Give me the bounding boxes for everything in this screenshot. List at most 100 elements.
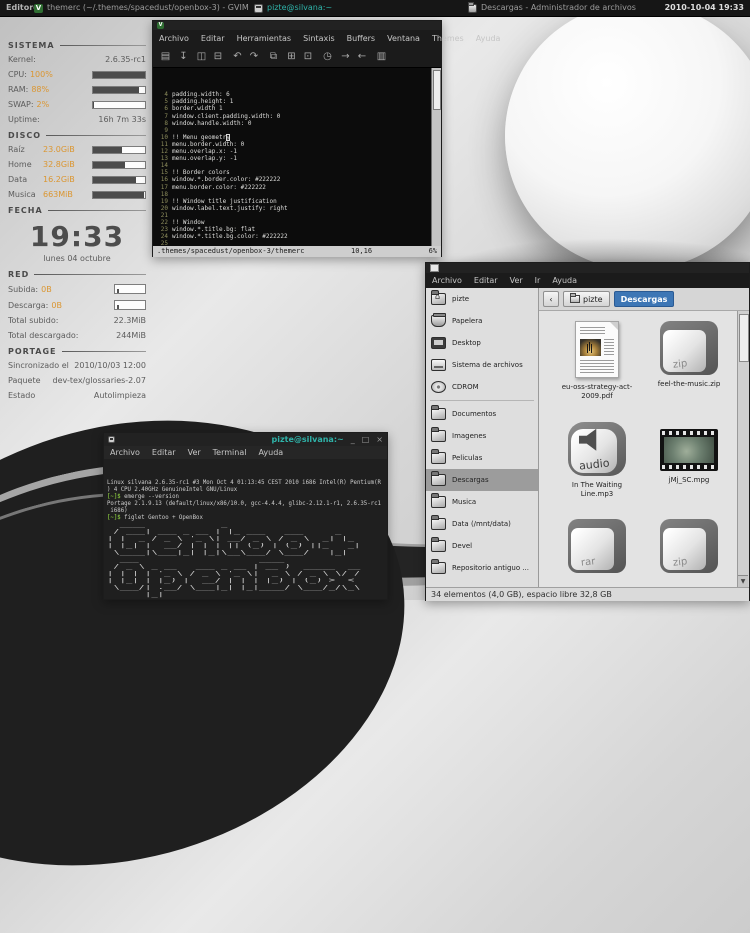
code-line: 12menu.overlap.x: -1 bbox=[155, 148, 431, 155]
conky-date: lunes 04 octubre bbox=[8, 254, 146, 263]
scroll-down-arrow-icon[interactable]: ▼ bbox=[738, 575, 748, 587]
conky-section-disco: DISCO bbox=[8, 131, 146, 140]
task-label: Descargas - Administrador de archivos bbox=[481, 0, 636, 16]
sidebar-item[interactable]: CDROM bbox=[426, 376, 538, 398]
toolbar-icon[interactable] bbox=[375, 50, 388, 63]
conky-swap-row: SWAP:2% bbox=[8, 100, 146, 109]
menu-item[interactable]: Archivo bbox=[104, 448, 146, 457]
sidebar-item[interactable]: Imagenes bbox=[426, 425, 538, 447]
file-item-mpg[interactable]: jMj_SC.mpg bbox=[645, 422, 733, 508]
gvim-cursor: y bbox=[226, 134, 230, 141]
toolbar-icon[interactable] bbox=[303, 50, 316, 63]
file-manager-icon bbox=[430, 264, 439, 272]
taskbar-item-filemanager[interactable]: Descargas - Administrador de archivos bbox=[468, 0, 636, 16]
shell-prompt: [~]$ bbox=[107, 494, 121, 500]
taskbar-item-gvim[interactable]: V themerc (~/.themes/spacedust/openbox-3… bbox=[34, 0, 249, 16]
gvim-status-percent: 6% bbox=[415, 246, 437, 257]
sidebar-item[interactable]: Peliculas bbox=[426, 447, 538, 469]
sidebar-item[interactable]: Documentos bbox=[426, 403, 538, 425]
toolbar-icon[interactable] bbox=[213, 50, 226, 63]
menu-item[interactable]: Editar bbox=[468, 276, 504, 285]
menu-item[interactable]: Archivo bbox=[426, 276, 468, 285]
toolbar-icon[interactable] bbox=[285, 50, 298, 63]
fm-scrollbar-thumb[interactable] bbox=[739, 314, 749, 362]
menu-item[interactable]: Editar bbox=[146, 448, 182, 457]
audio-cube-icon: audio bbox=[568, 422, 626, 476]
menu-item[interactable]: Ir bbox=[529, 276, 547, 285]
conky-section-red: RED bbox=[8, 270, 146, 279]
sidebar-item[interactable]: Repositorio antiguo ... bbox=[426, 557, 538, 579]
back-button[interactable]: ‹ bbox=[543, 291, 559, 307]
sidebar-item[interactable]: Sistema de archivos bbox=[426, 354, 538, 376]
toolbar-icon[interactable] bbox=[321, 50, 334, 63]
menu-item[interactable]: Ver bbox=[182, 448, 207, 457]
gvim-titlebar[interactable]: V bbox=[153, 21, 441, 30]
path-button-current[interactable]: Descargas bbox=[614, 291, 675, 307]
menu-item[interactable]: Ver bbox=[504, 276, 529, 285]
conky-disk-row: Data16.2GiB bbox=[8, 175, 146, 184]
file-item-mp3[interactable]: audio In The Waiting Line.mp3 bbox=[553, 422, 641, 508]
file-item-zip[interactable]: zip feel-the-music.zip bbox=[645, 321, 733, 410]
fm-scrollbar[interactable]: ▼ bbox=[737, 311, 749, 587]
taskbar-item-terminal[interactable]: pizte@silvana:~ bbox=[254, 0, 332, 16]
maximize-button[interactable]: □ bbox=[362, 435, 370, 444]
file-item-rar[interactable]: rar bbox=[553, 519, 641, 587]
menu-item[interactable]: Ventana bbox=[381, 34, 426, 43]
conky-clock: 19:33 bbox=[8, 220, 146, 253]
fm-menubar: ArchivoEditarVerIrAyuda bbox=[426, 273, 749, 288]
toolbar-icon[interactable] bbox=[195, 50, 208, 63]
file-item-pdf[interactable]: eu-oss-strategy-act-2009.pdf bbox=[553, 321, 641, 410]
sidebar-item-icon bbox=[431, 562, 446, 574]
menu-item[interactable]: Ayuda bbox=[252, 448, 289, 457]
path-button-parent[interactable]: pizte bbox=[563, 291, 610, 307]
sidebar-item[interactable]: Musica bbox=[426, 491, 538, 513]
menu-item[interactable]: Ayuda bbox=[546, 276, 583, 285]
terminal-line: | | _ / _ \ '_ \| __/ _ \ / _ \ _| |_ bbox=[107, 536, 387, 543]
minimize-button[interactable]: _ bbox=[351, 435, 355, 444]
sidebar-item[interactable]: Papelera bbox=[426, 310, 538, 332]
sidebar-item[interactable]: pizte bbox=[426, 288, 538, 310]
file-item-zip2[interactable]: zip bbox=[645, 519, 733, 587]
menu-item[interactable]: Editar bbox=[195, 34, 231, 43]
terminal-line: / ___| ___ _ __ | |_ ___ ___ _ bbox=[107, 529, 387, 536]
menu-item[interactable]: Sintaxis bbox=[297, 34, 341, 43]
sidebar-item[interactable]: Data (/mnt/data) bbox=[426, 513, 538, 535]
fm-pathbar: ‹ pizte Descargas bbox=[539, 288, 749, 311]
sidebar-item-icon bbox=[431, 430, 446, 442]
toolbar-icon[interactable] bbox=[339, 50, 352, 63]
code-line: 18 bbox=[155, 191, 431, 198]
toolbar-icon[interactable] bbox=[177, 50, 190, 63]
sidebar-item[interactable]: Desktop bbox=[426, 332, 538, 354]
sidebar-item-label: pizte bbox=[452, 295, 469, 303]
task-label: pizte@silvana:~ bbox=[267, 0, 332, 16]
code-line: 9 bbox=[155, 127, 431, 134]
gvim-scrollbar[interactable] bbox=[431, 68, 441, 246]
sidebar-item-label: Musica bbox=[452, 498, 476, 506]
gvim-scrollbar-thumb[interactable] bbox=[433, 70, 441, 110]
sidebar-item-icon bbox=[431, 540, 446, 552]
sidebar-item[interactable]: Devel bbox=[426, 535, 538, 557]
gvim-text-area[interactable]: 4padding.width: 65padding.height: 16bord… bbox=[153, 68, 431, 246]
toolbar-icon[interactable] bbox=[159, 50, 172, 63]
sidebar-item[interactable]: Descargas bbox=[426, 469, 538, 491]
file-manager-window: ArchivoEditarVerIrAyuda pizte Papelera bbox=[425, 262, 750, 601]
conky-ram-row: RAM:88% bbox=[8, 85, 146, 94]
menu-item[interactable]: Archivo bbox=[153, 34, 195, 43]
close-button[interactable]: × bbox=[376, 435, 383, 444]
toolbar-icon[interactable] bbox=[231, 50, 244, 63]
terminal-titlebar[interactable]: pizte@silvana:~ _ □ × bbox=[104, 433, 387, 446]
toolbar-icon[interactable] bbox=[267, 50, 280, 63]
menu-item[interactable]: Herramientas bbox=[231, 34, 298, 43]
folder-icon bbox=[570, 295, 580, 303]
terminal-output[interactable]: Linux silvana 2.6.35-rc1 #3 Mon Oct 4 01… bbox=[104, 459, 387, 599]
menu-item[interactable]: Themes bbox=[426, 34, 470, 43]
menu-item[interactable]: Ayuda bbox=[470, 34, 507, 43]
toolbar-icon[interactable] bbox=[249, 50, 262, 63]
disk-bar bbox=[92, 161, 146, 169]
fm-titlebar[interactable] bbox=[426, 263, 749, 273]
menu-item[interactable]: Terminal bbox=[207, 448, 253, 457]
conky-portage-row: Sincronizado el2010/10/03 12:00 bbox=[8, 361, 146, 370]
code-line: 4padding.width: 6 bbox=[155, 91, 431, 98]
toolbar-icon[interactable] bbox=[357, 50, 370, 63]
menu-item[interactable]: Buffers bbox=[341, 34, 381, 43]
